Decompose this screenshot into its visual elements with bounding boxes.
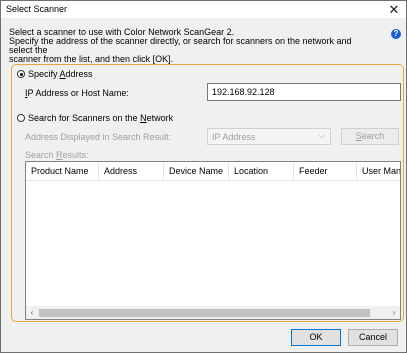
intro-line: scanner from the list, and then click [O… bbox=[9, 54, 174, 64]
specify-address-radio[interactable]: Specify Address bbox=[17, 69, 93, 79]
column-header[interactable]: Device Name bbox=[164, 162, 229, 180]
column-header[interactable]: User Man bbox=[357, 162, 400, 180]
select-scanner-dialog: Select Scanner ✕ Select a scanner to use… bbox=[0, 0, 407, 353]
intro-text: Select a scanner to use with Color Netwo… bbox=[9, 28, 369, 64]
column-header[interactable]: Product Name bbox=[26, 162, 99, 180]
ip-address-input[interactable]: 192.168.92.128 bbox=[207, 83, 401, 101]
title-bar: Select Scanner ✕ bbox=[1, 1, 406, 18]
scroll-right-icon[interactable]: › bbox=[388, 307, 400, 319]
search-button[interactable]: Search bbox=[341, 128, 399, 145]
address-display-select[interactable]: IP Address ⌵ bbox=[207, 128, 331, 145]
help-icon[interactable]: ? bbox=[391, 29, 401, 39]
search-network-label: Search for Scanners on the Network bbox=[28, 113, 174, 123]
column-header[interactable]: Feeder bbox=[294, 162, 357, 180]
column-header[interactable]: Address bbox=[99, 162, 164, 180]
intro-line: Specify the address of the scanner direc… bbox=[9, 36, 352, 55]
horizontal-scrollbar[interactable]: ‹ › bbox=[26, 306, 400, 319]
address-display-label: Address Displayed in Search Result: bbox=[25, 132, 172, 142]
specify-address-label: Specify Address bbox=[28, 69, 93, 79]
chevron-down-icon: ⌵ bbox=[318, 130, 325, 140]
scroll-left-icon[interactable]: ‹ bbox=[26, 307, 38, 319]
close-icon[interactable]: ✕ bbox=[382, 1, 406, 18]
window-title: Select Scanner bbox=[6, 4, 68, 14]
ip-address-label: IP Address or Host Name: bbox=[25, 88, 129, 98]
cancel-button[interactable]: Cancel bbox=[348, 329, 398, 346]
results-header: Product Name Address Device Name Locatio… bbox=[26, 162, 400, 181]
select-value: IP Address bbox=[212, 132, 256, 142]
ok-button[interactable]: OK bbox=[291, 329, 341, 346]
radio-button[interactable] bbox=[17, 70, 25, 78]
radio-button[interactable] bbox=[17, 114, 25, 122]
search-results-label: Search Results: bbox=[25, 150, 89, 160]
column-header[interactable]: Location bbox=[229, 162, 294, 180]
search-results-list[interactable]: Product Name Address Device Name Locatio… bbox=[25, 161, 401, 320]
search-network-radio[interactable]: Search for Scanners on the Network bbox=[17, 113, 173, 123]
scrollbar-thumb[interactable] bbox=[39, 309, 370, 317]
